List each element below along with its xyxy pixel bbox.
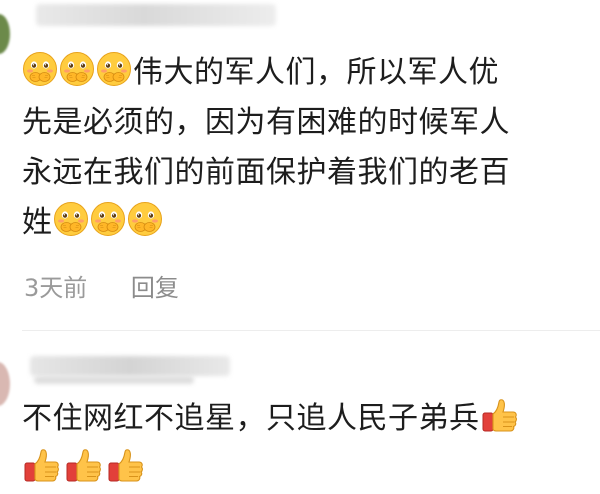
comment-timestamp: 3天前	[24, 274, 88, 302]
comment-text-line-4: 姓	[22, 205, 53, 240]
username-blurred[interactable]	[36, 4, 276, 26]
comment-line-4: 姓	[22, 198, 582, 248]
comment-text-line-2: 先是必须的，因为有困难的时候军人	[22, 105, 510, 140]
thumbs-up-emoji	[106, 446, 146, 484]
username-blurred-secondary	[34, 376, 194, 384]
shy-hands-over-mouth-emoji	[59, 51, 95, 87]
comment-text-line-1: 不住网红不追星，只追人民子弟兵	[22, 401, 480, 436]
comment-line-2	[22, 444, 582, 494]
shy-hands-over-mouth-emoji	[127, 201, 163, 237]
thumbs-up-emoji	[64, 446, 104, 484]
shy-hands-over-mouth-emoji	[90, 201, 126, 237]
shy-hands-over-mouth-emoji	[96, 51, 132, 87]
comment-divider	[22, 330, 600, 331]
comment-meta: 3天前 回复	[24, 268, 179, 303]
reply-button[interactable]: 回复	[131, 274, 179, 302]
comment-text-line-3: 永远在我们的前面保护着我们的老百	[22, 155, 510, 190]
avatar[interactable]	[0, 14, 10, 54]
shy-hands-over-mouth-emoji	[53, 201, 89, 237]
thumbs-up-emoji	[480, 396, 520, 434]
username-blurred[interactable]	[30, 356, 230, 376]
comment-line-1: 不住网红不追星，只追人民子弟兵	[22, 394, 582, 444]
comment-body: 不住网红不追星，只追人民子弟兵	[22, 394, 582, 494]
shy-hands-over-mouth-emoji	[22, 51, 58, 87]
comment-line-1: 伟大的军人们，所以军人优	[22, 48, 582, 98]
thumbs-up-emoji	[22, 446, 62, 484]
comment-text-line-1: 伟大的军人们，所以军人优	[133, 55, 499, 90]
avatar[interactable]	[0, 362, 10, 406]
comment-body: 伟大的军人们，所以军人优 先是必须的，因为有困难的时候军人 永远在我们的前面保护…	[22, 48, 582, 248]
